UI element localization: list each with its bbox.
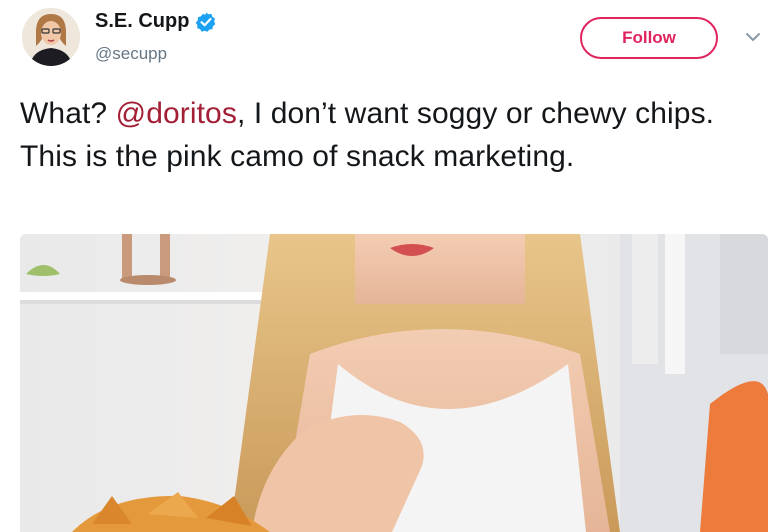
tweet-text-part: What? [20, 97, 116, 130]
verified-badge-icon [195, 11, 217, 33]
tweet-text: What? @doritos, I don’t want soggy or ch… [20, 92, 760, 178]
follow-button[interactable]: Follow [580, 17, 718, 59]
tweet-media-image[interactable] [20, 234, 768, 532]
display-name-row[interactable]: S.E. Cupp [95, 10, 217, 33]
user-handle[interactable]: @secupp [95, 44, 167, 64]
tweet-card: S.E. Cupp @secupp Follow What? @doritos,… [0, 0, 769, 532]
tweet-header: S.E. Cupp @secupp Follow [0, 0, 769, 80]
avatar[interactable] [22, 8, 80, 66]
display-name[interactable]: S.E. Cupp [95, 10, 189, 33]
chevron-down-icon[interactable] [744, 30, 762, 44]
mention-link[interactable]: @doritos [116, 97, 237, 130]
